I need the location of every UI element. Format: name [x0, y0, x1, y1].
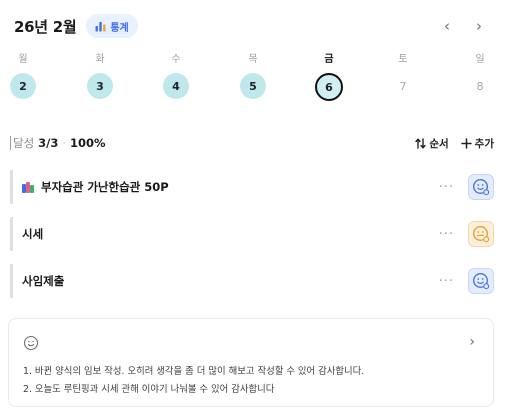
books-icon — [22, 181, 35, 193]
habit-title: 사임제출 — [22, 273, 64, 289]
habit-indicator-bar — [10, 170, 13, 204]
add-habit-button[interactable]: 추가 — [460, 136, 494, 151]
stats-button[interactable]: 통계 — [86, 14, 138, 38]
habit-name: 부자습관 가난한습관 50P — [41, 180, 169, 194]
habit-status-button[interactable] — [468, 221, 494, 247]
day-sat[interactable]: 토 7 — [386, 52, 420, 99]
more-options-button[interactable]: ··· — [439, 227, 454, 242]
habit-status-button[interactable] — [468, 174, 494, 200]
habit-name: 시세 — [22, 227, 44, 241]
day-date: 3 — [87, 73, 113, 99]
day-fri-selected[interactable]: 금 6 — [312, 52, 346, 101]
week-strip: 월 2 화 3 수 4 목 5 금 6 토 7 일 8 — [0, 52, 508, 108]
separator-dot: · — [62, 136, 67, 150]
habit-status-button[interactable] — [468, 268, 494, 294]
smile-face-icon — [472, 225, 490, 243]
next-week-button[interactable]: › — [476, 18, 482, 34]
habit-row[interactable]: 사임제출 ··· — [10, 264, 494, 298]
bar-chart-icon — [95, 21, 106, 31]
day-thu[interactable]: 목 5 — [236, 52, 270, 99]
day-label: 화 — [95, 54, 105, 65]
day-date: 2 — [10, 73, 36, 99]
smile-face-icon — [472, 178, 490, 196]
habit-indicator-bar — [10, 264, 13, 298]
day-mon[interactable]: 월 2 — [6, 52, 40, 99]
habit-row[interactable]: 시세 ··· — [10, 217, 494, 251]
more-options-button[interactable]: ··· — [439, 274, 454, 289]
week-navigation: ‹ › — [444, 18, 494, 34]
list-actions: 순서 추가 — [415, 136, 494, 151]
day-date: 4 — [163, 73, 189, 99]
achievement-percent: 100% — [70, 136, 106, 150]
habit-title: 부자습관 가난한습관 50P — [22, 179, 169, 195]
day-date-selected: 6 — [315, 73, 343, 101]
more-options-button[interactable]: ··· — [439, 180, 454, 195]
day-tue[interactable]: 화 3 — [83, 52, 117, 99]
day-date: 7 — [399, 79, 407, 93]
day-sun[interactable]: 일 8 — [463, 52, 497, 99]
day-date: 5 — [240, 73, 266, 99]
habit-name: 사임제출 — [22, 274, 65, 288]
sort-label: 순서 — [429, 137, 449, 150]
memo-line: 1. 바뀐 양식의 임보 작성. 오히려 생각을 좀 더 많이 해보고 작성할 … — [23, 366, 365, 377]
sort-button[interactable]: 순서 — [415, 136, 449, 151]
achievement-count: 3/3 — [38, 136, 59, 150]
day-date: 8 — [476, 79, 484, 93]
memo-line: 2. 오늘도 루틴핑과 시세 관해 이야기 나눠볼 수 있어 감사합니다 — [23, 384, 275, 395]
chevron-right-icon[interactable]: › — [469, 334, 475, 350]
plus-icon — [460, 137, 472, 149]
day-label: 월 — [18, 54, 28, 65]
achievement-summary: 달성 3/3 · 100% 순서 추가 — [10, 134, 494, 152]
day-label: 목 — [248, 54, 258, 65]
day-label: 일 — [475, 54, 485, 65]
habit-indicator-bar — [10, 217, 13, 251]
gratitude-memo-card[interactable]: › 1. 바뀐 양식의 임보 작성. 오히려 생각을 좀 더 많이 해보고 작성… — [8, 318, 494, 407]
day-label: 금 — [324, 54, 334, 65]
day-label: 수 — [171, 54, 181, 65]
smile-face-icon — [472, 272, 490, 290]
month-title: 26년 2월 — [14, 17, 77, 36]
habit-row[interactable]: 부자습관 가난한습관 50P ··· — [10, 170, 494, 204]
habit-title: 시세 — [22, 226, 43, 242]
prev-week-button[interactable]: ‹ — [444, 18, 450, 34]
stats-label: 통계 — [110, 22, 129, 34]
text-caret — [10, 136, 11, 150]
add-label: 추가 — [474, 137, 494, 150]
achievement-label: 달성 — [13, 136, 35, 150]
day-label: 토 — [398, 54, 408, 65]
smile-face-icon — [23, 335, 39, 351]
day-wed[interactable]: 수 4 — [159, 52, 193, 99]
sort-arrows-icon — [415, 137, 427, 149]
calendar-header: 26년 2월 통계 ‹ › — [14, 12, 494, 40]
